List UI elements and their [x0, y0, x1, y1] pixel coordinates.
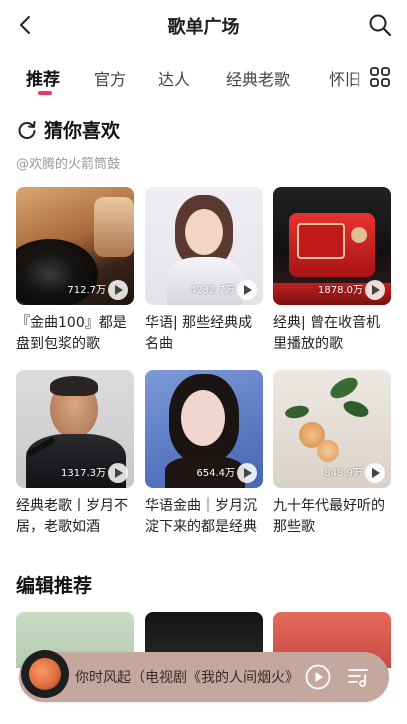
mini-player[interactable]: 你时风起（电视剧《我的人间烟火》: [19, 650, 389, 702]
playlist-title: 经典老歌丨岁月不居，老歌如酒: [16, 498, 128, 535]
playlist-card[interactable]: 4232.7万 华语| 那些经典成名曲: [145, 187, 263, 355]
editor-section-title: 编辑推荐: [16, 575, 93, 597]
tab-recommend[interactable]: 推荐: [26, 65, 60, 90]
playlist-title: 华语金曲｜岁月沉淀下来的都是经典: [145, 498, 257, 535]
album-art: [29, 658, 61, 690]
play-icon[interactable]: [108, 463, 128, 483]
play-count: 848.9万: [324, 468, 363, 479]
playlist-cover: 4232.7万: [145, 187, 263, 305]
active-tab-indicator: [38, 91, 52, 95]
play-count: 654.4万: [196, 468, 235, 479]
playlist-card[interactable]: 712.7万 『金曲100』都是盘到包浆的歌: [16, 187, 134, 355]
play-count: 1878.0万: [318, 285, 363, 296]
play-count: 712.7万: [67, 285, 106, 296]
play-icon[interactable]: [237, 280, 257, 300]
play-icon[interactable]: [237, 463, 257, 483]
category-tabs: 推荐 官方 达人 经典老歌 怀旧: [0, 56, 407, 100]
tab-official[interactable]: 官方: [94, 66, 126, 90]
page-title: 歌单广场: [167, 17, 240, 38]
playlist-title: 经典| 曾在收音机里播放的歌: [273, 315, 381, 352]
guess-section-title: 猜你喜欢: [44, 120, 121, 142]
playlist-title: 九十年代最好听的那些歌: [273, 498, 385, 535]
playlist-cover: 1317.3万: [16, 370, 134, 488]
playlist-cover: 712.7万: [16, 187, 134, 305]
guess-section-header: 猜你喜欢: [16, 116, 120, 143]
guess-section-subtitle: @欢腾的火箭筒鼓: [16, 157, 121, 172]
playlist-title: 『金曲100』都是盘到包浆的歌: [16, 315, 127, 352]
playlist-card[interactable]: 1317.3万 经典老歌丨岁月不居，老歌如酒: [16, 370, 134, 538]
playlist-card[interactable]: 654.4万 华语金曲｜岁月沉淀下来的都是经典: [145, 370, 263, 538]
top-bar: 歌单广场: [0, 0, 407, 50]
playlist-card[interactable]: 1878.0万 经典| 曾在收音机里播放的歌: [273, 187, 391, 355]
search-icon[interactable]: [367, 12, 393, 38]
refresh-icon[interactable]: [16, 119, 38, 141]
tab-classic-oldies[interactable]: 经典老歌: [226, 66, 290, 90]
play-icon[interactable]: [108, 280, 128, 300]
play-icon[interactable]: [305, 664, 331, 690]
album-art-disc[interactable]: [21, 650, 69, 698]
now-playing-title: 你时风起（电视剧《我的人间烟火》: [75, 670, 297, 686]
grid-icon[interactable]: [369, 66, 391, 88]
play-count: 4232.7万: [190, 285, 235, 296]
playlist-icon[interactable]: [347, 665, 371, 689]
playlist-card[interactable]: 848.9万 九十年代最好听的那些歌: [273, 370, 391, 538]
playlist-cover: 848.9万: [273, 370, 391, 488]
tab-talent[interactable]: 达人: [158, 66, 190, 90]
editor-section-header: 编辑推荐: [16, 571, 92, 598]
play-icon[interactable]: [365, 463, 385, 483]
playlist-cover: 1878.0万: [273, 187, 391, 305]
playlist-cover: 654.4万: [145, 370, 263, 488]
playlist-title: 华语| 那些经典成名曲: [145, 315, 253, 352]
play-count: 1317.3万: [61, 468, 106, 479]
play-icon[interactable]: [365, 280, 385, 300]
